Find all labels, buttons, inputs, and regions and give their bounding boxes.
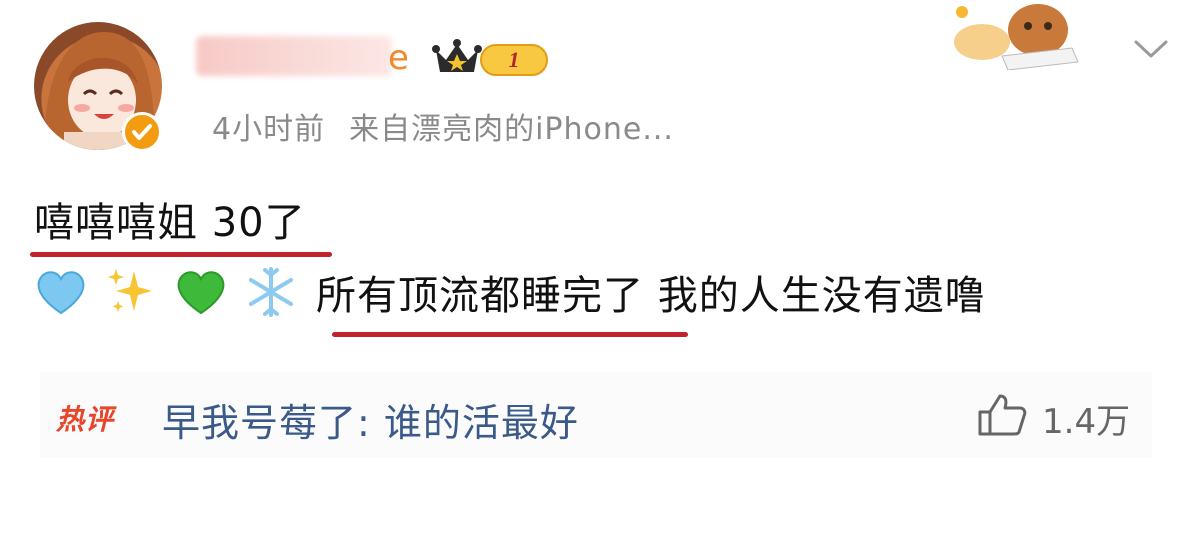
green-heart-icon (177, 271, 225, 315)
post-meta: 4小时前 来自漂亮肉的iPhone... (212, 104, 674, 148)
sparkles-icon (108, 269, 152, 312)
post-text-line1: 嘻嘻嘻姐 30了 (34, 200, 306, 246)
verified-badge-icon (122, 112, 162, 152)
thumbs-up-icon[interactable] (976, 392, 1028, 438)
post-source[interactable]: 来自漂亮肉的iPhone... (349, 112, 674, 147)
like-count: 1.4万 (1042, 402, 1131, 442)
highlight-underline-2 (332, 332, 688, 337)
highlight-underline-1 (30, 252, 332, 257)
crown-icon (432, 39, 482, 72)
vip-level-text: 1 (508, 47, 520, 72)
post-time: 4小时前 (212, 112, 326, 147)
vip-level-badge[interactable]: 1 (480, 44, 548, 76)
username-suffix[interactable]: e (388, 36, 409, 80)
post-text-line2: 所有顶流都睡完了 我的人生没有遗噜 (34, 262, 986, 322)
username-blurred[interactable] (196, 36, 392, 76)
decorative-sticker-icon (954, 4, 1079, 70)
hot-comment-text[interactable]: 早我号莓了: 谁的活最好 (162, 392, 579, 447)
hot-comment-tag: 热评 (56, 403, 115, 436)
chevron-down-icon[interactable] (1132, 36, 1170, 64)
post-text-line2-text: 所有顶流都睡完了 我的人生没有遗噜 (316, 273, 986, 319)
light-blue-heart-icon (37, 271, 85, 315)
weibo-post-card: e 1 4小时前 来自漂亮肉的iPhone... 嘻嘻嘻姐 30了 所有顶流都睡… (0, 0, 1192, 546)
snowflake-icon (249, 267, 293, 317)
